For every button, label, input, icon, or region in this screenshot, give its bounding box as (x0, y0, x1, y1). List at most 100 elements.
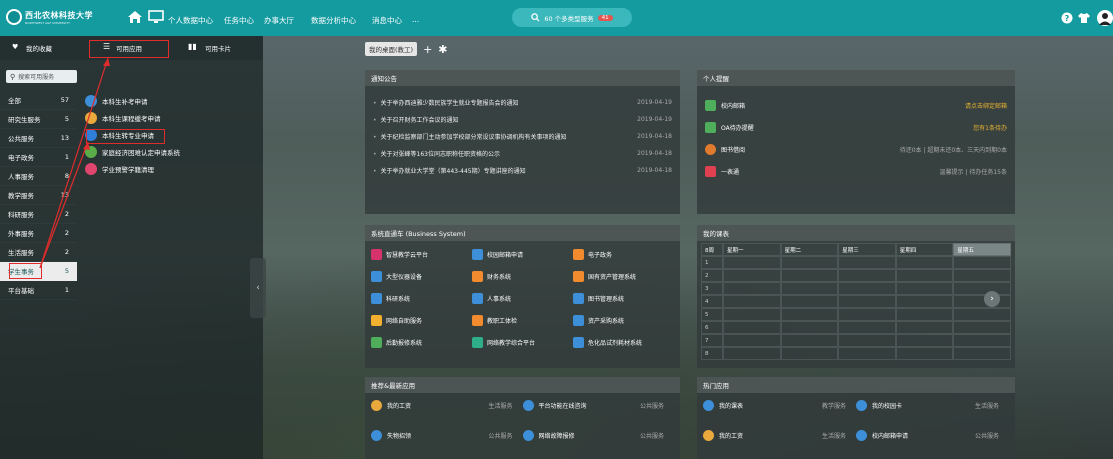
course-slot[interactable] (953, 308, 1011, 321)
course-slot[interactable] (895, 269, 954, 282)
help-icon[interactable]: ? (1061, 12, 1073, 24)
business-system-item[interactable]: 图书管理系统 (573, 289, 674, 307)
business-system-item[interactable]: 大型仪器设备 (371, 267, 472, 285)
business-system-item[interactable]: 网络教学综合平台 (472, 333, 573, 351)
reminder-item[interactable]: 一表通 温馨提示 | 待办任务15条 (697, 160, 1015, 182)
course-slot[interactable] (838, 321, 896, 334)
course-slot[interactable] (838, 295, 896, 308)
sidebar-search-input[interactable]: ⚲ 搜索可用服务 (6, 70, 77, 83)
category-item[interactable]: 电子政务 1 (0, 148, 77, 167)
category-item[interactable]: 生活服务 2 (0, 243, 77, 262)
business-system-item[interactable]: 校园邮箱申请 (472, 245, 573, 263)
course-slot[interactable] (723, 295, 781, 308)
category-item[interactable]: 全部 57 (0, 91, 77, 110)
notice-item[interactable]: • 关于召开财务工作会议的通知 2019-04-19 (365, 111, 680, 128)
course-slot[interactable] (838, 256, 896, 269)
service-search[interactable]: 60 个多类型服务 41 (512, 8, 632, 27)
nav-service-hall[interactable]: 办事大厅 (264, 15, 294, 26)
business-system-item[interactable]: 后勤报修系统 (371, 333, 472, 351)
app-item[interactable]: 学业预警学籍清理 (85, 160, 265, 177)
app-item[interactable]: 本科生补考申请 (85, 92, 265, 109)
notice-item[interactable]: • 关于举办就业大学堂（第443-445期）专题讲座的通知 2019-04-18 (365, 162, 680, 179)
course-slot[interactable] (953, 282, 1011, 295)
tab-favorites[interactable]: 我的收藏 (26, 43, 52, 53)
category-item[interactable]: 外事服务 2 (0, 224, 77, 243)
university-logo[interactable]: 西北农林科技大学 NORTHWEST A&F UNIVERSITY (6, 9, 93, 25)
home-icon[interactable] (127, 10, 143, 24)
hot-item[interactable]: 我的工资 生活服务 (703, 423, 856, 447)
reminder-item[interactable]: OA待办提醒 您有1条待办 (697, 116, 1015, 138)
hot-item[interactable]: 我的课表 教学服务 (703, 393, 856, 417)
monitor-icon[interactable] (148, 10, 164, 24)
course-slot[interactable] (895, 334, 954, 347)
course-slot[interactable] (838, 282, 896, 295)
gear-icon[interactable]: ✱ (438, 43, 447, 56)
course-slot[interactable] (838, 308, 896, 321)
business-system-item[interactable]: 智慧教学云平台 (371, 245, 472, 263)
course-slot[interactable] (780, 295, 839, 308)
course-slot[interactable] (953, 347, 1011, 360)
course-slot[interactable] (953, 269, 1011, 282)
recommend-item[interactable]: 失物招领 公共服务 (371, 423, 523, 447)
business-system-item[interactable]: 科研系统 (371, 289, 472, 307)
course-slot[interactable] (780, 269, 839, 282)
hot-item[interactable]: 校内邮箱申请 公共服务 (856, 423, 1009, 447)
course-slot[interactable] (953, 321, 1011, 334)
category-item[interactable]: 人事服务 8 (0, 167, 77, 186)
course-slot[interactable] (780, 308, 839, 321)
category-item[interactable]: 公共服务 13 (0, 129, 77, 148)
business-system-item[interactable]: 资产采购系统 (573, 311, 674, 329)
business-system-item[interactable]: 危化品试剂耗材系统 (573, 333, 674, 351)
chevron-right-icon[interactable]: › (984, 291, 1000, 307)
add-icon[interactable]: + (423, 43, 432, 56)
course-slot[interactable] (780, 282, 839, 295)
business-system-item[interactable]: 财务系统 (472, 267, 573, 285)
course-slot[interactable] (723, 321, 781, 334)
course-slot[interactable] (780, 256, 839, 269)
course-slot[interactable] (723, 334, 781, 347)
course-slot[interactable] (723, 347, 781, 360)
app-item[interactable]: 家庭经济困难认定申请系统 (85, 143, 265, 160)
reminder-item[interactable]: 图书借阅 待还0本 | 超期未还0本、三天内到期0本 (697, 138, 1015, 160)
course-slot[interactable] (895, 347, 954, 360)
business-system-item[interactable]: 人事系统 (472, 289, 573, 307)
recommend-item[interactable]: 平台功能在线咨询 公共服务 (522, 393, 675, 417)
course-slot[interactable] (723, 282, 781, 295)
course-slot[interactable] (953, 334, 1011, 347)
course-slot[interactable] (780, 334, 839, 347)
business-system-item[interactable]: 国有资产管理系统 (573, 267, 674, 285)
reminder-item[interactable]: 校内邮箱 请点击绑定邮箱 (697, 94, 1015, 116)
business-system-item[interactable]: 网络自助服务 (371, 311, 472, 329)
category-item[interactable]: 研究生服务 5 (0, 110, 77, 129)
nav-analytics[interactable]: 数据分析中心 (311, 15, 356, 26)
notice-item[interactable]: • 关于纪检监察部门主动参加学校部分常设议事协调机构有关事项的通知 2019-04-… (365, 128, 680, 145)
recommend-item[interactable]: 我的工资 生活服务 (371, 393, 523, 417)
nav-task-center[interactable]: 任务中心 (224, 15, 254, 26)
course-slot[interactable] (953, 256, 1011, 269)
course-slot[interactable] (723, 256, 781, 269)
sidebar-collapse-handle[interactable]: ‹ (250, 258, 266, 318)
recommend-item[interactable]: 网络故障报修 公共服务 (522, 423, 675, 447)
nav-more[interactable]: ... (412, 15, 419, 24)
notice-item[interactable]: • 关于举办西迪雅少数民族学生就业专题报告会的通知 2019-04-19 (365, 94, 680, 111)
business-system-item[interactable]: 电子政务 (573, 245, 674, 263)
nav-messages[interactable]: 消息中心 (372, 15, 402, 26)
course-slot[interactable] (838, 269, 896, 282)
course-slot[interactable] (838, 334, 896, 347)
app-item[interactable]: 本科生课程缓考申请 (85, 109, 265, 126)
tab-my-desktop[interactable]: 我的桌面(教工) (365, 42, 418, 56)
course-slot[interactable] (838, 347, 896, 360)
hot-item[interactable]: 我的校园卡 生活服务 (856, 393, 1009, 417)
nav-personal-data[interactable]: 个人数据中心 (168, 15, 213, 26)
course-slot[interactable] (895, 321, 954, 334)
course-slot[interactable] (895, 308, 954, 321)
course-slot[interactable] (780, 347, 839, 360)
course-slot[interactable] (895, 295, 954, 308)
category-item[interactable]: 平台基础 1 (0, 281, 77, 300)
course-slot[interactable] (895, 282, 954, 295)
tab-available-cards[interactable]: 可用卡片 (205, 43, 231, 53)
course-slot[interactable] (895, 256, 954, 269)
business-system-item[interactable]: 教职工体检 (472, 311, 573, 329)
course-slot[interactable] (953, 295, 1011, 308)
course-slot[interactable] (723, 269, 781, 282)
